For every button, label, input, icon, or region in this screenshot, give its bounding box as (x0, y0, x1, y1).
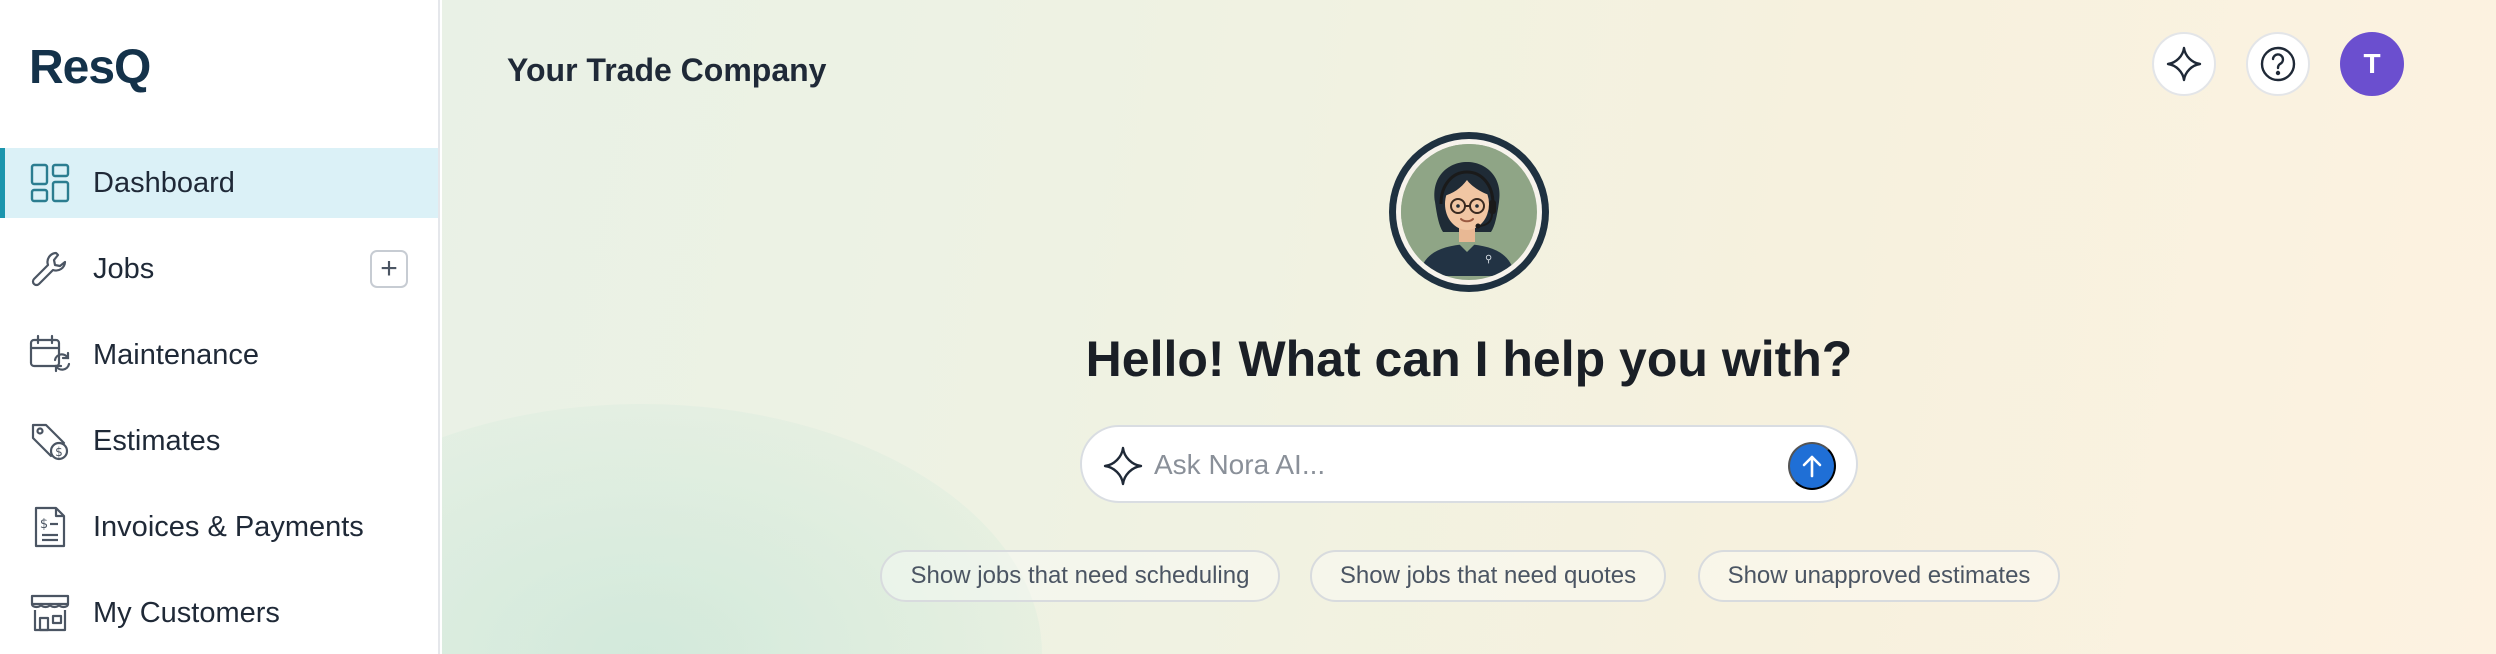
ai-assistant-button[interactable] (2152, 32, 2216, 96)
ask-ai-box (1080, 425, 1858, 503)
suggestion-chip-estimates[interactable]: Show unapproved estimates (1698, 550, 2060, 602)
sparkle-icon (2165, 45, 2203, 83)
sparkle-icon (1102, 445, 1144, 487)
app-logo[interactable]: ResQ (29, 40, 151, 95)
help-icon (2259, 45, 2297, 83)
sidebar-item-label: Jobs (93, 252, 155, 285)
sidebar-item-label: Estimates (93, 424, 221, 457)
user-avatar[interactable]: T (2340, 32, 2404, 96)
sidebar-item-maintenance[interactable]: Maintenance (0, 320, 438, 390)
suggestion-chip-quotes[interactable]: Show jobs that need quotes (1310, 550, 1666, 602)
sidebar-item-customers[interactable]: My Customers (0, 578, 438, 648)
sidebar: ResQ Dashboard Jobs + Maintenance $ Esti… (0, 0, 440, 654)
svg-text:$: $ (55, 445, 63, 459)
sidebar-item-label: Dashboard (93, 166, 235, 199)
sidebar-item-jobs[interactable]: Jobs + (0, 234, 438, 304)
sidebar-item-estimates[interactable]: $ Estimates (0, 406, 438, 476)
send-button[interactable] (1788, 442, 1836, 490)
sidebar-item-label: My Customers (93, 596, 280, 629)
price-tag-icon: $ (29, 420, 71, 462)
nora-avatar: ⚲ (1389, 132, 1549, 292)
company-name: Your Trade Company (507, 52, 827, 88)
dashboard-icon (29, 162, 71, 204)
sidebar-item-label: Maintenance (93, 338, 260, 371)
storefront-icon (29, 592, 71, 634)
assistant-headline: Hello! What can I help you with? (1085, 331, 1853, 387)
arrow-up-icon (1798, 452, 1826, 480)
sidebar-item-dashboard[interactable]: Dashboard (0, 148, 438, 218)
suggestion-chip-scheduling[interactable]: Show jobs that need scheduling (880, 550, 1280, 602)
ask-ai-input[interactable] (1154, 439, 1774, 491)
invoice-icon: $ (29, 506, 71, 548)
add-job-button[interactable]: + (370, 250, 408, 288)
sidebar-item-label: Invoices & Payments (93, 510, 364, 543)
sidebar-item-invoices[interactable]: $ Invoices & Payments (0, 492, 438, 562)
calendar-refresh-icon (29, 334, 71, 376)
wrench-icon (29, 248, 71, 290)
svg-text:⚲: ⚲ (1485, 254, 1492, 265)
help-button[interactable] (2246, 32, 2310, 96)
main-panel: Your Trade Company T ⚲ Hello! What can I… (442, 0, 2496, 654)
svg-text:$: $ (40, 517, 48, 532)
